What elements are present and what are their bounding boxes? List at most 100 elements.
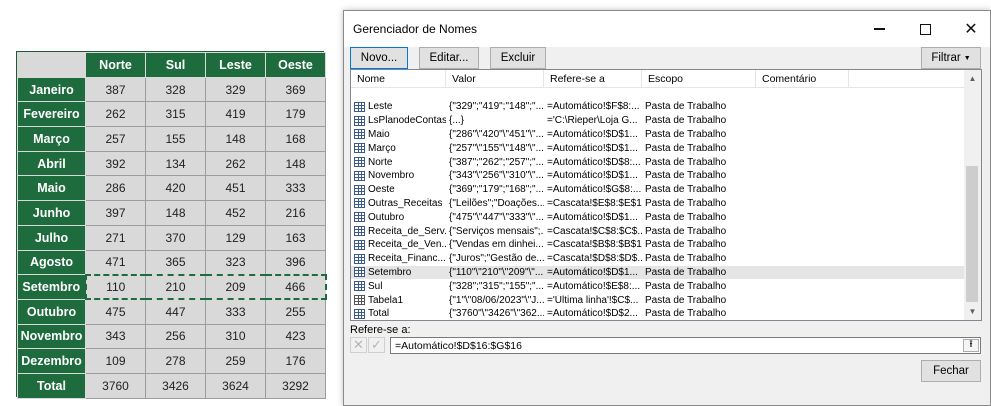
name-row[interactable]: Receita_Financ... {"Juros";"Gestão de... =… [351,252,966,266]
sheet-cell[interactable]: 329 [205,76,266,103]
sheet-cell[interactable]: 369 [265,76,326,103]
sheet-cell[interactable]: 475 [85,298,146,325]
sheet-cell[interactable]: 286 [85,175,146,202]
name-row[interactable]: LsPlanodeContas {...} ='C:\Rieper\Loja G..… [351,114,966,128]
sheet-cell[interactable]: 209 [205,273,266,301]
sheet-cell[interactable]: 310 [205,323,266,350]
sheet-cell[interactable]: 365 [145,249,206,276]
column-header-leste[interactable]: Leste [205,52,266,78]
sheet-cell[interactable]: 134 [145,150,206,177]
row-header[interactable]: Outubro [17,298,86,325]
sheet-cell[interactable]: 110 [84,273,146,301]
sheet-cell[interactable]: 343 [85,323,146,350]
sheet-cell[interactable]: 397 [85,200,146,226]
sheet-cell[interactable]: 471 [85,249,146,276]
sheet-cell[interactable]: 387 [85,76,146,103]
name-row[interactable]: Tabela1 {"1"\"08/06/2023"\"J... ='Última l… [351,293,966,307]
confirm-icon[interactable]: ✓ [368,337,385,353]
sheet-cell[interactable]: 447 [145,298,206,325]
cancel-icon[interactable]: ✕ [350,337,367,353]
sheet-cell[interactable]: 148 [265,150,326,177]
sheet-cell[interactable]: 3292 [265,372,326,399]
sheet-cell[interactable]: 396 [265,249,326,276]
sheet-cell[interactable]: 392 [85,150,146,177]
sheet-cell[interactable]: 216 [265,200,326,226]
sheet-cell[interactable]: 255 [265,298,326,325]
sheet-cell[interactable]: 451 [205,175,266,202]
sheet-cell[interactable]: 129 [205,224,266,251]
row-header[interactable]: Agosto [17,249,86,276]
sheet-cell[interactable]: 3624 [205,372,266,399]
collapse-dialog-button[interactable]: ⭱ [963,339,979,352]
sheet-cell[interactable]: 466 [265,273,327,301]
name-row[interactable]: Maio {"286"\"420"\"451"\"... =Automático!$… [351,128,966,142]
sheet-cell[interactable]: 420 [145,175,206,202]
maximize-button[interactable] [902,11,948,47]
sheet-cell[interactable]: 271 [85,224,146,251]
sheet-cell[interactable]: 256 [145,323,206,350]
name-row[interactable]: Setembro {"110"\"210"\"209"\"... =Automáti… [351,265,966,280]
scroll-thumb[interactable] [966,166,978,302]
row-header[interactable]: Novembro [17,323,86,350]
column-header-oeste[interactable]: Oeste [265,52,326,78]
row-header[interactable]: Total [17,372,86,399]
name-row[interactable]: Norte {"387";"262";"257";"... =Automático!… [351,155,966,169]
scroll-down-icon[interactable]: ▼ [964,303,981,320]
row-header[interactable]: Abril [17,150,86,177]
column-header-norte[interactable]: Norte [85,52,146,78]
column-header-comentario[interactable]: Comentário [756,70,849,88]
row-header[interactable]: Março [17,126,86,152]
vertical-scrollbar[interactable]: ▲ ▼ [964,70,981,320]
row-header[interactable]: Fevereiro [17,101,86,128]
sheet-cell[interactable]: 262 [85,101,146,128]
column-header-nome[interactable]: Nome [351,70,446,88]
names-list[interactable]: Nome Valor Refere-se a Escopo Comentário… [350,69,982,321]
sheet-cell[interactable]: 259 [205,348,266,374]
sheet-cell[interactable]: 328 [145,76,206,103]
sheet-cell[interactable]: 262 [205,150,266,177]
sheet-cell[interactable]: 109 [85,348,146,374]
row-header[interactable]: Maio [17,175,86,202]
column-header-escopo[interactable]: Escopo [642,70,756,88]
row-header[interactable]: Janeiro [17,76,86,103]
sheet-cell[interactable]: 323 [205,249,266,276]
minimize-button[interactable] [856,11,902,47]
name-row[interactable]: Outubro {"475"\"447"\"333"\"... =Automátic… [351,210,966,224]
edit-button[interactable]: Editar... [419,47,479,69]
sheet-cell[interactable]: 179 [265,101,326,128]
column-header-refere-se-a[interactable]: Refere-se a [544,70,642,88]
column-header-valor[interactable]: Valor [446,70,544,88]
sheet-cell[interactable]: 3760 [85,372,146,399]
name-row[interactable]: Novembro {"343"\"256"\"310"\"... =Automáti… [351,169,966,183]
name-row[interactable]: Leste {"329";"419";"148";"... =Automático!… [351,100,966,114]
close-button[interactable]: ✕ [948,11,991,47]
name-row[interactable]: Sul {"328";"315";"155";"... =Automático!$E… [351,279,966,293]
sheet-cell[interactable]: 210 [145,273,206,301]
sheet-cell[interactable]: 278 [145,348,206,374]
sheet-cell[interactable]: 315 [145,101,206,128]
sheet-cell[interactable]: 148 [145,200,206,226]
name-row[interactable]: Outras_Receitas {"Leilões";"Doações... =Ca… [351,197,966,211]
sheet-cell[interactable]: 176 [265,348,326,374]
sheet-cell[interactable]: 333 [205,298,266,325]
name-row[interactable]: Receita_de_Serv... {"Serviços mensais";..… [351,224,966,238]
sheet-cell[interactable]: 333 [265,175,326,202]
close-dialog-button[interactable]: Fechar [921,360,981,382]
row-header[interactable]: Setembro [17,274,86,300]
new-button[interactable]: Novo... [350,47,408,69]
row-header[interactable]: Dezembro [17,348,86,374]
sheet-cell[interactable]: 3426 [145,372,206,399]
delete-button[interactable]: Excluir [490,47,546,69]
sheet-cell[interactable]: 168 [265,126,326,152]
sheet-cell[interactable]: 155 [145,126,206,152]
column-header-sul[interactable]: Sul [145,52,206,78]
filter-button[interactable]: Filtrar ▼ [921,47,981,69]
sheet-cell[interactable]: 452 [205,200,266,226]
sheet-cell[interactable]: 423 [265,323,326,350]
sheet-cell[interactable]: 370 [145,224,206,251]
name-row[interactable]: Oeste {"369";"179";"168";"... =Automático!… [351,183,966,197]
row-header[interactable]: Julho [17,224,86,251]
name-row[interactable]: Receita_de_Ven... {"Vendas em dinhei... =C… [351,238,966,252]
name-row[interactable]: Total {"3760"\"3426"\"362... =Automático!$… [351,307,966,320]
corner-cell[interactable] [17,52,86,78]
